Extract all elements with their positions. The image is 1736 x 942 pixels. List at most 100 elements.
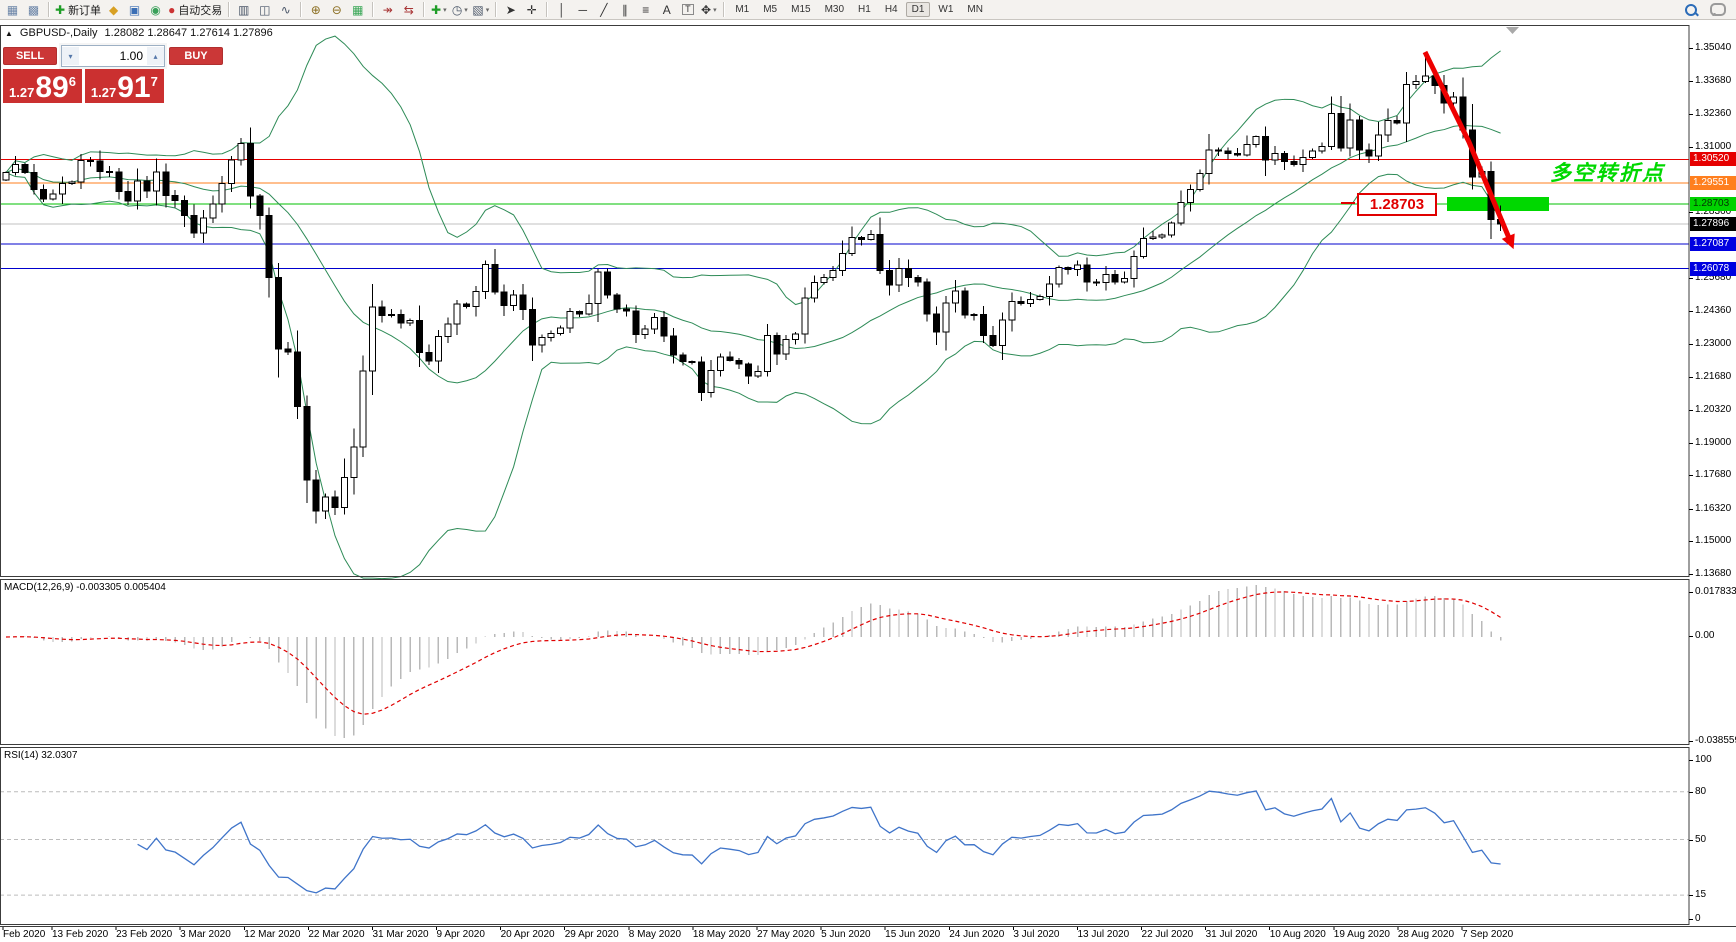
axis-tick-label: 1.31000 <box>1688 141 1732 153</box>
sell-price-display[interactable]: 1.27 89 6 <box>3 69 82 103</box>
candle-body <box>1008 300 1016 321</box>
candle-body <box>1121 278 1129 283</box>
chart-canvas[interactable] <box>0 0 1736 942</box>
candle-body <box>124 190 132 202</box>
candle-body <box>923 281 931 315</box>
date-tick-label: 20 Apr 2020 <box>500 929 555 940</box>
candle-body <box>284 348 292 353</box>
candle-body <box>707 369 715 393</box>
axis-tick-label: 80 <box>1688 785 1707 797</box>
volume-input[interactable] <box>79 47 147 65</box>
one-click-trading-panel: SELL ▾ ▴ BUY 1.27896 1.27917 <box>3 45 223 103</box>
candle-body <box>500 291 508 306</box>
panel-frame <box>0 579 1690 745</box>
candle-body <box>792 333 800 341</box>
candle-body <box>914 276 922 283</box>
collapse-marker-icon[interactable]: ▲ <box>5 29 13 38</box>
date-tick-label: 7 Sep 2020 <box>1461 929 1514 940</box>
chart-shift-marker <box>1506 27 1519 34</box>
date-tick-label: 31 Jul 2020 <box>1205 929 1258 940</box>
date-tick-label: 13 Jul 2020 <box>1077 929 1130 940</box>
date-tick-label: 5 Jun 2020 <box>821 929 871 940</box>
candle-body <box>1318 146 1326 152</box>
candle-body <box>613 294 621 310</box>
candle-body <box>96 160 104 172</box>
axis-tick-label: 1.21680 <box>1688 370 1732 382</box>
buy-price-prefix: 1.27 <box>90 85 117 100</box>
candle-body <box>340 477 348 509</box>
candle-body <box>1384 119 1392 136</box>
candle-body <box>726 356 734 361</box>
buy-price-pipette: 7 <box>150 74 158 89</box>
candle-body <box>904 268 912 278</box>
date-tick-label: Feb 2020 <box>3 929 46 940</box>
candle-body <box>1177 201 1185 224</box>
candle-body <box>876 234 884 271</box>
axis-tick-label: 1.35040 <box>1688 42 1732 53</box>
candle-body <box>134 180 142 202</box>
axis-tick-label: 0.017833 <box>1689 586 1736 597</box>
candle-body <box>810 281 818 299</box>
candle-body <box>575 311 583 315</box>
candle-body <box>989 334 997 346</box>
candle-body <box>857 237 865 240</box>
candle-body <box>1393 119 1401 124</box>
candle-body <box>397 314 405 324</box>
candle-body <box>152 171 160 192</box>
candle-body <box>933 313 941 333</box>
candle-body <box>1083 264 1091 283</box>
candle-body <box>453 303 461 325</box>
axis-tick-label: 1.20320 <box>1688 404 1732 416</box>
candle-body <box>1327 113 1335 148</box>
candle-body <box>481 264 489 292</box>
candle-body <box>745 363 753 377</box>
candle-body <box>331 496 339 509</box>
candle-body <box>660 316 668 337</box>
sell-price-pipette: 6 <box>68 74 76 89</box>
candle-body <box>1168 222 1176 236</box>
candle-body <box>218 183 226 205</box>
candle-body <box>1290 161 1298 166</box>
candle-body <box>143 180 151 192</box>
volume-decrease-button[interactable]: ▾ <box>62 47 79 65</box>
candle-body <box>190 215 198 234</box>
candle-body <box>1233 152 1241 156</box>
candle-body <box>463 303 471 308</box>
sell-button[interactable]: SELL <box>3 47 57 65</box>
volume-increase-button[interactable]: ▴ <box>147 47 164 65</box>
candle-body <box>604 271 612 296</box>
date-tick-label: 15 Jun 2020 <box>885 929 941 940</box>
candle-body <box>820 277 828 283</box>
candle-body <box>472 290 480 308</box>
candle-body <box>528 309 536 346</box>
volume-control: ▾ ▴ <box>61 45 165 67</box>
candle-body <box>585 303 593 315</box>
candle-body <box>1196 173 1204 190</box>
candle-body <box>1130 256 1138 280</box>
buy-button[interactable]: BUY <box>169 47 223 65</box>
candle-body <box>1299 156 1307 166</box>
panel-frame <box>0 747 1690 925</box>
candle-body <box>359 370 367 448</box>
candle-body <box>1262 136 1270 161</box>
candle-body <box>58 183 66 195</box>
date-tick-label: 29 Apr 2020 <box>564 929 619 940</box>
candle-body <box>1055 267 1063 285</box>
sell-price-prefix: 1.27 <box>9 85 35 100</box>
candle-body <box>303 405 311 481</box>
candle-body <box>11 164 19 174</box>
candle-body <box>21 164 29 174</box>
candle-body <box>181 200 189 217</box>
candle-body <box>425 351 433 362</box>
candle-body <box>105 170 113 173</box>
turning-point-annotation[interactable]: 多空转折点 <box>1550 157 1665 187</box>
chart-header: ▲ GBPUSD-,Daily 1.28082 1.28647 1.27614 … <box>5 27 273 39</box>
candle-body <box>773 334 781 355</box>
buy-price-display[interactable]: 1.27 91 7 <box>84 69 164 103</box>
candle-body <box>829 270 837 279</box>
level-callout[interactable]: 1.28703 <box>1357 193 1437 216</box>
sell-price-main: 89 <box>35 71 69 104</box>
candle-body <box>998 319 1006 346</box>
candle-body <box>293 351 301 407</box>
candle-body <box>1280 152 1288 163</box>
